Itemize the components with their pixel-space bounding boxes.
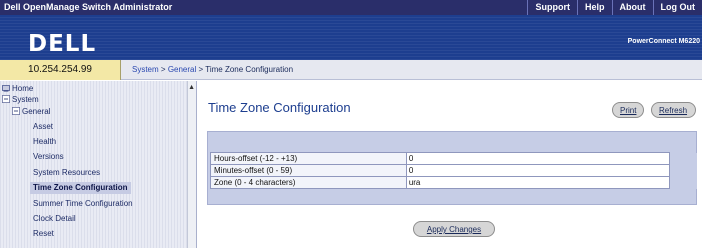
sidebar-item-general[interactable]: General bbox=[12, 106, 50, 118]
scroll-up-icon[interactable]: ▲ bbox=[188, 84, 195, 91]
sidebar-item-asset[interactable]: Asset bbox=[33, 121, 53, 133]
about-link[interactable]: About bbox=[611, 0, 653, 15]
app-title: Dell OpenManage Switch Administrator bbox=[4, 2, 173, 12]
hours-offset-label: Hours-offset (-12 - +13) bbox=[210, 152, 407, 165]
minutes-offset-label: Minutes-offset (0 - 59) bbox=[210, 164, 407, 177]
print-button[interactable]: Print bbox=[612, 102, 644, 118]
collapse-icon bbox=[2, 95, 10, 103]
help-link[interactable]: Help bbox=[576, 0, 612, 15]
sidebar-item-system-resources[interactable]: System Resources bbox=[33, 167, 100, 179]
breadcrumb: System > General > Time Zone Configurati… bbox=[132, 65, 293, 74]
zone-label: Zone (0 - 4 characters) bbox=[210, 176, 407, 189]
refresh-button[interactable]: Refresh bbox=[651, 102, 696, 118]
breadcrumb-system[interactable]: System bbox=[132, 65, 159, 74]
table-row: Hours-offset (-12 - +13) bbox=[210, 152, 697, 165]
device-address: 10.254.254.99 bbox=[0, 60, 121, 80]
support-link[interactable]: Support bbox=[527, 0, 577, 15]
minutes-offset-input[interactable] bbox=[406, 165, 669, 176]
row-spacer bbox=[668, 176, 697, 189]
breadcrumb-current: Time Zone Configuration bbox=[205, 65, 294, 74]
top-links: Support Help About Log Out bbox=[527, 0, 702, 15]
sidebar-item-time-zone-configuration[interactable]: Time Zone Configuration bbox=[30, 182, 131, 194]
product-name: PowerConnect M6220 bbox=[627, 38, 700, 45]
breadcrumb-general[interactable]: General bbox=[168, 65, 196, 74]
time-zone-form: Hours-offset (-12 - +13) Minutes-offset … bbox=[210, 152, 697, 189]
collapse-icon bbox=[12, 107, 20, 115]
sidebar-scrollbar[interactable]: ▲ bbox=[187, 81, 196, 248]
sidebar-item-health[interactable]: Health bbox=[33, 136, 56, 148]
row-spacer bbox=[668, 152, 697, 165]
sidebar-item-clock-detail[interactable]: Clock Detail bbox=[33, 213, 76, 225]
brand-bar: DELL PowerConnect M6220 bbox=[0, 15, 702, 60]
zone-input[interactable] bbox=[406, 177, 669, 188]
dell-logo: DELL bbox=[28, 31, 97, 57]
sidebar-item-summer-time-configuration[interactable]: Summer Time Configuration bbox=[33, 198, 133, 210]
hours-offset-input[interactable] bbox=[406, 153, 669, 164]
page-title: Time Zone Configuration bbox=[208, 100, 351, 115]
sidebar-item-label: Home bbox=[12, 84, 34, 93]
table-row: Zone (0 - 4 characters) bbox=[210, 176, 697, 189]
sidebar-item-versions[interactable]: Versions bbox=[33, 151, 64, 163]
home-icon bbox=[2, 85, 10, 92]
breadcrumb-separator: > bbox=[160, 65, 166, 74]
table-row: Minutes-offset (0 - 59) bbox=[210, 164, 697, 177]
row-spacer bbox=[668, 164, 697, 177]
top-bar: Dell OpenManage Switch Administrator Sup… bbox=[0, 0, 702, 15]
sidebar-item-label: System bbox=[12, 95, 39, 104]
zone-cell bbox=[405, 176, 670, 189]
breadcrumb-bar: 10.254.254.99 System > General > Time Zo… bbox=[0, 60, 702, 80]
minutes-offset-cell bbox=[405, 164, 670, 177]
sidebar-item-label: General bbox=[22, 107, 51, 116]
breadcrumb-separator: > bbox=[198, 65, 204, 74]
sidebar-item-reset[interactable]: Reset bbox=[33, 228, 54, 240]
logout-link[interactable]: Log Out bbox=[652, 0, 702, 15]
sidebar-item-system[interactable]: System bbox=[2, 94, 39, 106]
sidebar: Home System General Asset Health Version… bbox=[0, 81, 197, 248]
apply-changes-button[interactable]: Apply Changes bbox=[413, 221, 495, 237]
hours-offset-cell bbox=[405, 152, 670, 165]
